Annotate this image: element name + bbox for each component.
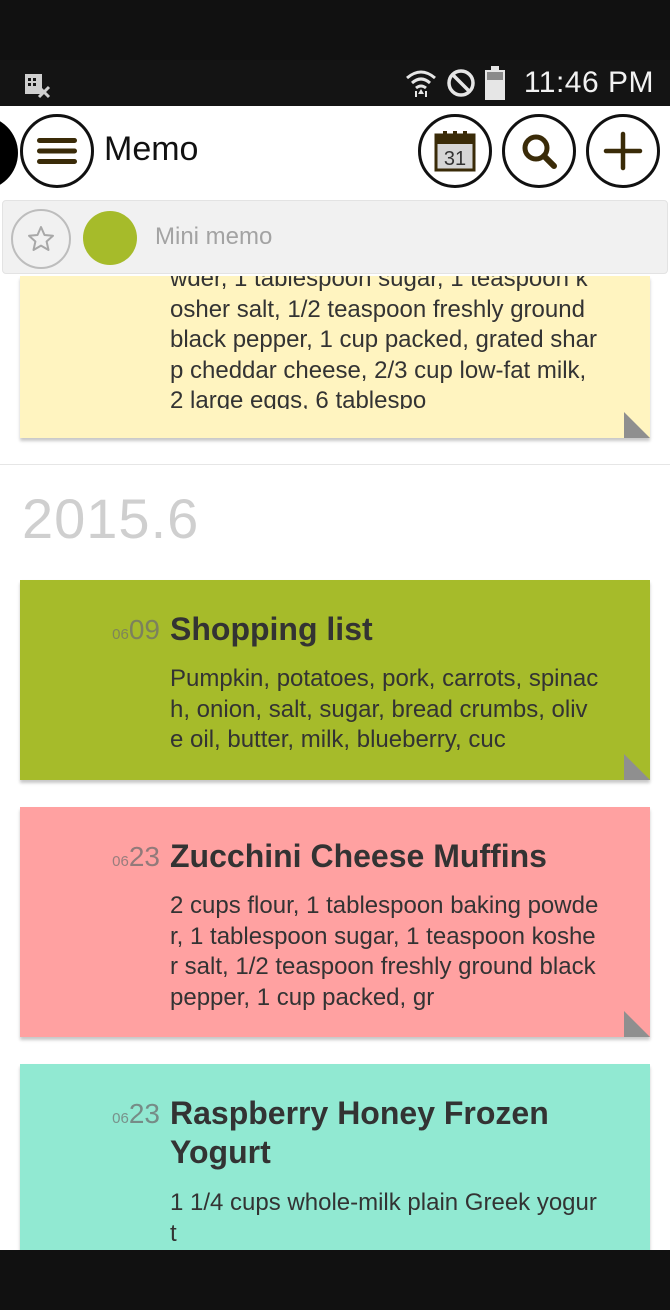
mini-memo-input[interactable]: Mini memo bbox=[155, 223, 272, 251]
page-fold-corner bbox=[624, 754, 650, 780]
wifi-icon bbox=[405, 70, 436, 97]
favorite-button[interactable] bbox=[11, 209, 71, 269]
menu-icon bbox=[37, 138, 77, 164]
color-picker-button[interactable] bbox=[83, 211, 137, 265]
calendar-icon: 31 bbox=[434, 131, 476, 172]
memo-date: 0609 bbox=[80, 614, 160, 646]
search-button[interactable] bbox=[502, 114, 576, 188]
status-bar: 11:46 PM bbox=[0, 60, 670, 106]
menu-button[interactable] bbox=[20, 114, 94, 188]
memo-date-day: 23 bbox=[128, 1098, 160, 1129]
memo-body: 1 1/4 cups whole-milk plain Greek yogurt bbox=[170, 1189, 597, 1247]
month-header: 2015.6 bbox=[22, 487, 200, 550]
memo-date: 0623 bbox=[80, 1098, 160, 1130]
memo-date-month: 06 bbox=[112, 1110, 129, 1127]
memo-card-raspberry-honey-frozen-yogurt[interactable]: 0623 Raspberry Honey Frozen Yogurt 1 1/4… bbox=[20, 1064, 650, 1250]
add-icon bbox=[603, 131, 643, 171]
memo-date-day: 23 bbox=[128, 841, 160, 872]
drawer-edge-indicator[interactable] bbox=[0, 116, 18, 190]
star-icon bbox=[28, 226, 54, 251]
app-bar: Memo 31 bbox=[0, 106, 670, 196]
mini-memo-bar: Mini memo bbox=[2, 200, 668, 274]
memo-app: Memo 31 Mini memo wder, 1 tablespoon sug… bbox=[0, 106, 670, 1250]
search-icon bbox=[522, 134, 557, 169]
memo-date-month: 06 bbox=[112, 853, 129, 870]
memo-title: Shopping list bbox=[170, 611, 373, 647]
do-not-disturb-icon bbox=[447, 69, 475, 97]
page-fold-corner bbox=[624, 412, 650, 438]
memo-body: wder, 1 tablespoon sugar, 1 teaspoon kos… bbox=[170, 276, 597, 409]
navigation-bar bbox=[0, 1250, 670, 1310]
add-memo-button[interactable] bbox=[586, 114, 660, 188]
memo-date: 0623 bbox=[80, 841, 160, 873]
status-time: 11:46 PM bbox=[523, 66, 654, 99]
memo-card-partial[interactable]: wder, 1 tablespoon sugar, 1 teaspoon kos… bbox=[20, 276, 650, 438]
memo-title: Zucchini Cheese Muffins bbox=[170, 838, 547, 874]
calendar-day: 31 bbox=[444, 148, 466, 170]
calendar-button[interactable]: 31 bbox=[418, 114, 492, 188]
memo-date-month: 06 bbox=[112, 626, 129, 643]
section-divider bbox=[0, 464, 670, 465]
memo-card-shopping-list[interactable]: 0609 Shopping list Pumpkin, potatoes, po… bbox=[20, 580, 650, 780]
battery-icon bbox=[484, 66, 505, 100]
top-black-bar bbox=[0, 0, 670, 60]
memo-date-day: 09 bbox=[128, 614, 160, 645]
memo-body: Pumpkin, potatoes, pork, carrots, spinac… bbox=[170, 665, 599, 753]
memo-title: Raspberry Honey Frozen Yogurt bbox=[170, 1095, 549, 1170]
blocked-calendar-icon bbox=[25, 74, 51, 99]
page-title: Memo bbox=[104, 130, 199, 168]
page-fold-corner bbox=[624, 1011, 650, 1037]
memo-body: 2 cups flour, 1 tablespoon baking powder… bbox=[170, 892, 599, 1011]
memo-card-zucchini-cheese-muffins[interactable]: 0623 Zucchini Cheese Muffins 2 cups flou… bbox=[20, 807, 650, 1037]
